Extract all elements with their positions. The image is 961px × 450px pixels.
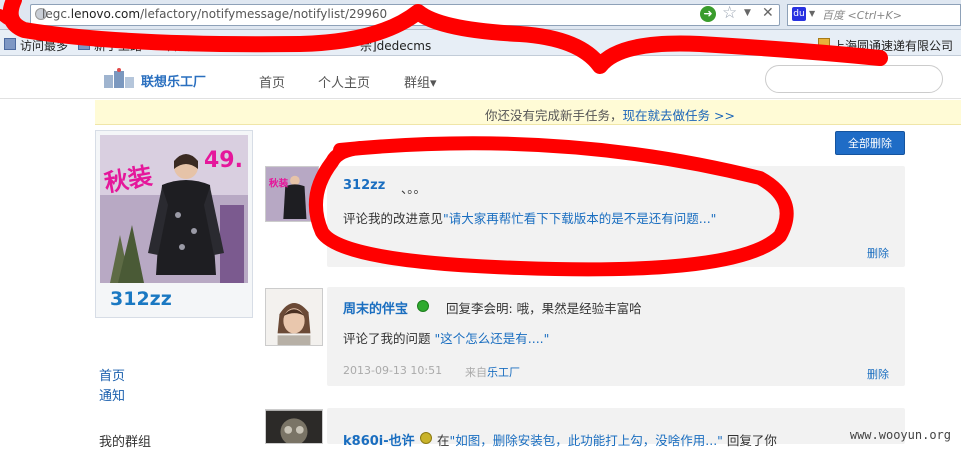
level-badge-icon	[420, 432, 432, 444]
delete-all-button[interactable]: 全部删除	[835, 131, 905, 155]
bookmark-dedecms[interactable]: 宗]dedecms	[360, 37, 431, 54]
profile-name[interactable]: 312zz	[110, 288, 172, 310]
notification-quote-link[interactable]: "这个怎么还是有...."	[435, 331, 550, 346]
source-label: 来自	[465, 366, 487, 379]
sidebar-heading-my-groups: 我的群组	[99, 431, 151, 450]
sidebar-item-home[interactable]: 首页	[99, 365, 125, 384]
notification-action: 评论了我的问题	[343, 331, 431, 346]
url-domain: lenovo.com	[71, 7, 140, 21]
bookmark-courier[interactable]: 上海圆通速递有限公司	[833, 37, 953, 54]
notification-suffix: 、。。	[401, 178, 426, 197]
delete-link[interactable]: 删除	[867, 245, 889, 261]
history-dropdown-icon[interactable]: ▼	[744, 8, 751, 18]
photo-caption-right: 49.	[204, 148, 243, 173]
notification-action: 评论我的改进意见	[343, 211, 443, 226]
notification-user[interactable]: 312zz	[343, 178, 385, 193]
logo-icon[interactable]	[102, 67, 136, 91]
notification-tail: 回复了你	[727, 433, 777, 448]
bookmark-folder-icon	[4, 38, 16, 50]
bookmarks-bar	[0, 30, 961, 56]
search-engine-dropdown-icon[interactable]: ▼	[809, 9, 815, 18]
notification-text: 在"如图，删除安装包，此功能打上勾，没啥作用..." 回复了你	[437, 430, 777, 449]
profile-photo[interactable]: 秋装 49.	[100, 135, 248, 283]
notification-source: 来自乐工厂	[465, 364, 520, 380]
notice-task-link[interactable]: 现在就去做任务 >>	[623, 108, 735, 123]
bookmark-new-user[interactable]: 新手上路	[94, 37, 142, 54]
notification-user[interactable]: 周末的伴宝	[343, 298, 408, 317]
notification-reply: 回复李会明: 哦，果然是经验丰富哈	[446, 298, 642, 317]
baidu-bookmark-icon	[150, 38, 162, 50]
bookmark-page-icon	[78, 38, 90, 50]
notification-user[interactable]: k860i-也许	[343, 430, 415, 449]
url-path: /lefactory/notifymessage/notifylist/2996…	[140, 7, 387, 21]
go-arrow-icon[interactable]: ➜	[700, 6, 716, 22]
bookmark-baidu[interactable]: 百度	[166, 37, 190, 54]
svg-text:秋装: 秋装	[268, 177, 289, 189]
baidu-logo-icon[interactable]: du	[792, 7, 806, 21]
search-placeholder: 百度 <Ctrl+K>	[822, 7, 902, 23]
notification-quote-link[interactable]: "请大家再帮忙看下下载版本的是不是还有问题..."	[443, 211, 716, 226]
watermark: www.wooyun.org	[850, 428, 951, 442]
task-notice: 你还没有完成新手任务，现在就去做任务 >>	[485, 105, 735, 124]
address-text[interactable]: legc.lenovo.com/lefactory/notifymessage/…	[42, 7, 387, 21]
nav-groups[interactable]: 群组▾	[404, 72, 437, 91]
nav-home[interactable]: 首页	[259, 72, 285, 91]
url-prefix: legc.	[42, 7, 71, 21]
sidebar-item-notify[interactable]: 通知	[99, 385, 125, 404]
notification-quote-link[interactable]: "如图，删除安装包，此功能打上勾，没啥作用..."	[450, 433, 723, 448]
notification-text: 评论我的改进意见"请大家再帮忙看下下载版本的是不是还有问题..."	[343, 208, 716, 227]
logo-text[interactable]: 联想乐工厂	[141, 71, 206, 90]
notification-text: 评论了我的问题 "这个怎么还是有...."	[343, 328, 549, 347]
in-label: 在	[437, 433, 450, 448]
delete-link[interactable]: 删除	[867, 366, 889, 382]
notification-date: 2013-09-13 10:51	[343, 364, 442, 377]
bookmark-star-icon[interactable]: ☆	[722, 3, 737, 23]
notice-text: 你还没有完成新手任务，	[485, 108, 623, 123]
site-search-input[interactable]	[765, 65, 943, 93]
nav-personal[interactable]: 个人主页	[318, 72, 370, 91]
bookmark-page-icon	[818, 38, 830, 50]
verified-badge-icon	[417, 300, 429, 312]
avatar[interactable]	[265, 409, 323, 444]
stop-icon[interactable]: ✕	[762, 5, 774, 21]
avatar[interactable]: 秋装	[265, 166, 319, 222]
source-link[interactable]: 乐工厂	[487, 366, 520, 379]
avatar[interactable]	[265, 288, 323, 346]
bookmark-most-visited[interactable]: 访问最多	[20, 37, 68, 54]
